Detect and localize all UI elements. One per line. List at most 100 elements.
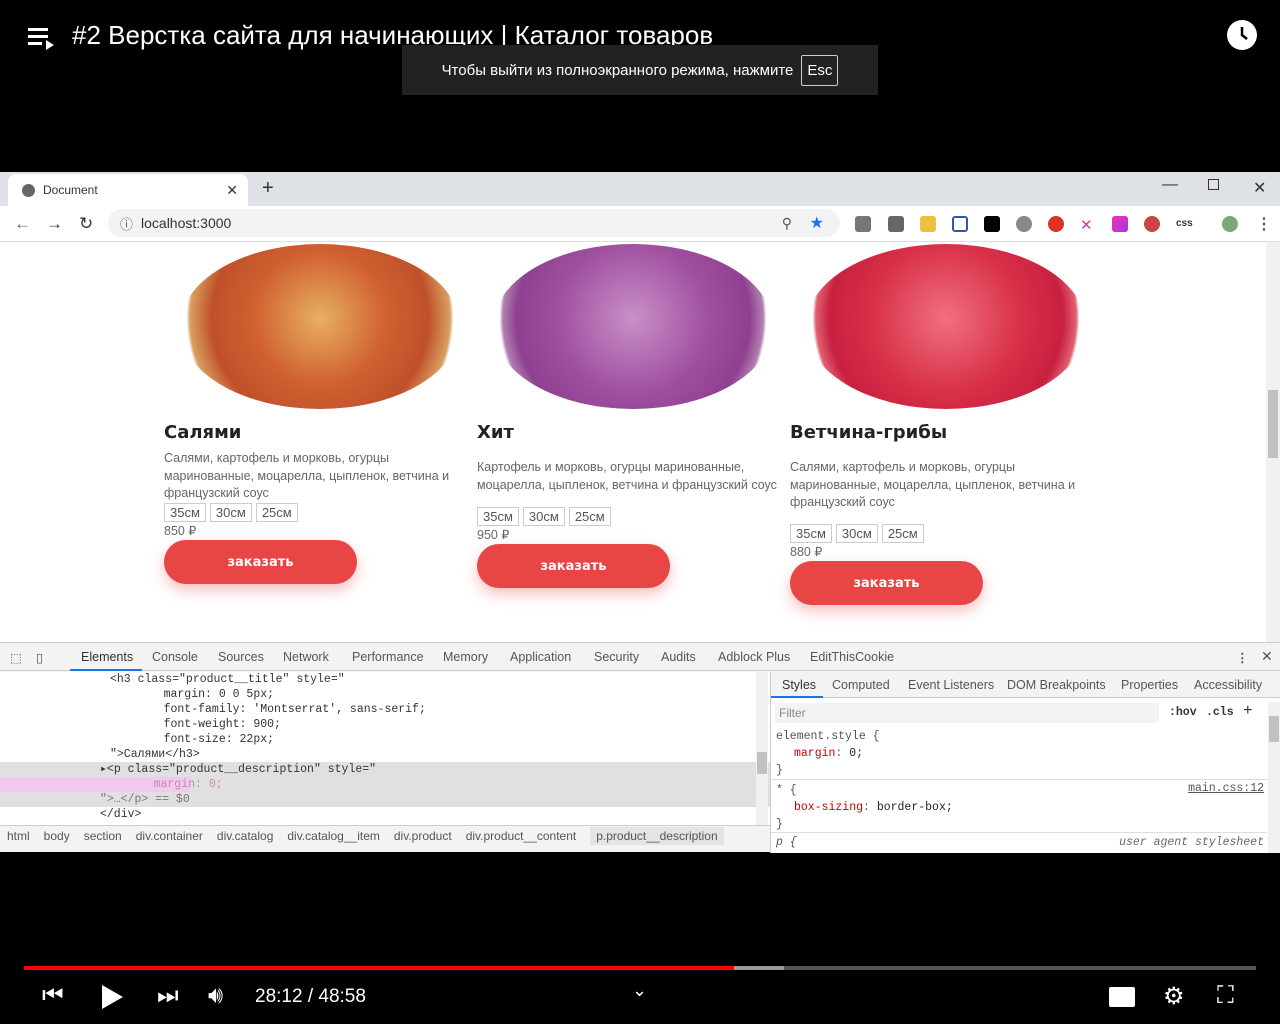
- extension-icon[interactable]: [1016, 216, 1032, 232]
- tab-performance[interactable]: Performance: [352, 650, 424, 664]
- profile-avatar[interactable]: [1222, 216, 1238, 232]
- restore-button[interactable]: [1208, 179, 1219, 190]
- css-property[interactable]: box-sizing: [794, 801, 863, 814]
- size-option[interactable]: 25см: [568, 507, 611, 526]
- bookmark-star-icon[interactable]: ★: [810, 213, 824, 233]
- url-field[interactable]: ⓘ localhost:3000 ⚲ ★: [108, 209, 840, 237]
- breadcrumb-item[interactable]: div.catalog: [217, 829, 273, 843]
- tab-console[interactable]: Console: [152, 650, 198, 664]
- tab-event-listeners[interactable]: Event Listeners: [908, 678, 994, 692]
- editthiscookie-icon[interactable]: [1144, 216, 1160, 232]
- breadcrumb-item[interactable]: html: [7, 829, 30, 843]
- size-option[interactable]: 25см: [881, 524, 924, 543]
- extension-icon[interactable]: [1112, 216, 1128, 232]
- previous-icon[interactable]: ⏮: [42, 982, 64, 1010]
- camera-extension-icon[interactable]: [855, 216, 871, 232]
- volume-icon[interactable]: 🔊︎: [208, 982, 223, 1010]
- zoom-icon[interactable]: ⚲: [782, 215, 792, 232]
- breadcrumb-item[interactable]: div.container: [136, 829, 203, 843]
- tab-audits[interactable]: Audits: [661, 650, 696, 664]
- new-rule-button[interactable]: +: [1243, 702, 1253, 720]
- settings-gear-icon[interactable]: ⚙: [1163, 982, 1185, 1011]
- tab-elements[interactable]: Elements: [81, 650, 133, 664]
- watch-later-clock-icon[interactable]: [1227, 20, 1257, 50]
- reload-icon[interactable]: ↻: [79, 214, 93, 234]
- styles-filter-input[interactable]: Filter: [775, 703, 1159, 723]
- adblock-plus-icon[interactable]: [1048, 216, 1064, 232]
- order-button[interactable]: заказать: [790, 561, 983, 605]
- inspect-element-icon[interactable]: ⬚: [10, 650, 22, 665]
- cls-toggle[interactable]: .cls: [1206, 706, 1234, 719]
- size-option[interactable]: 30см: [835, 524, 878, 543]
- breadcrumb-item[interactable]: div.product__content: [466, 829, 577, 843]
- size-option[interactable]: 35см: [477, 507, 519, 526]
- code-line[interactable]: margin: 0;: [0, 777, 770, 792]
- minimize-button[interactable]: —: [1162, 176, 1178, 194]
- css-extension-icon[interactable]: css: [1176, 218, 1193, 229]
- device-toolbar-icon[interactable]: ▯: [36, 650, 43, 665]
- code-line[interactable]: ">Салями</h3>: [0, 747, 770, 762]
- order-button[interactable]: заказать: [164, 540, 357, 584]
- breadcrumb-item[interactable]: div.product: [394, 829, 452, 843]
- tab-accessibility[interactable]: Accessibility: [1194, 678, 1262, 692]
- source-link[interactable]: main.css:12: [1188, 782, 1264, 795]
- rule-selector[interactable]: * {: [776, 782, 953, 799]
- extension-icon[interactable]: [888, 216, 904, 232]
- order-button[interactable]: заказать: [477, 544, 670, 588]
- css-value[interactable]: border-box;: [877, 801, 953, 814]
- chevron-down-icon[interactable]: ⌄: [632, 980, 647, 1001]
- tab-security[interactable]: Security: [594, 650, 639, 664]
- size-option[interactable]: 30см: [522, 507, 565, 526]
- devtools-menu-icon[interactable]: ⋮: [1236, 650, 1249, 665]
- tab-adblock-plus[interactable]: Adblock Plus: [718, 650, 790, 664]
- elements-scrollbar[interactable]: [756, 672, 768, 825]
- exit-fullscreen-icon[interactable]: ⛶: [1217, 982, 1234, 1010]
- close-window-button[interactable]: ✕: [1253, 178, 1266, 198]
- tab-properties[interactable]: Properties: [1121, 678, 1178, 692]
- size-option[interactable]: 25см: [255, 503, 298, 522]
- progress-bar[interactable]: [24, 966, 1256, 970]
- tab-sources[interactable]: Sources: [218, 650, 264, 664]
- subtitles-icon[interactable]: [1109, 987, 1135, 1007]
- code-line[interactable]: <h3 class="product__title" style=": [0, 672, 770, 687]
- next-icon[interactable]: ⏭: [157, 982, 179, 1010]
- extension-icon[interactable]: ✕: [1080, 216, 1096, 234]
- size-option[interactable]: 35см: [164, 503, 206, 522]
- hov-toggle[interactable]: :hov: [1169, 706, 1197, 719]
- size-option[interactable]: 35см: [790, 524, 832, 543]
- styles-scrollbar[interactable]: [1268, 702, 1280, 853]
- code-line[interactable]: </div>: [0, 807, 770, 822]
- page-scrollbar[interactable]: [1266, 242, 1280, 642]
- extension-icon[interactable]: [920, 216, 936, 232]
- grid-extension-icon[interactable]: [952, 216, 968, 232]
- code-line[interactable]: font-weight: 900;: [0, 717, 770, 732]
- tab-dom-breakpoints[interactable]: DOM Breakpoints: [1007, 678, 1106, 692]
- breadcrumb-item-active[interactable]: p.product__description: [590, 826, 724, 845]
- tab-application[interactable]: Application: [510, 650, 571, 664]
- tab-computed[interactable]: Computed: [832, 678, 890, 692]
- css-property[interactable]: margin: [794, 747, 835, 760]
- tab-editthiscookie[interactable]: EditThisCookie: [810, 650, 894, 664]
- browser-menu-icon[interactable]: ⋮: [1256, 214, 1272, 234]
- play-extension-icon[interactable]: [984, 216, 1000, 232]
- tab-network[interactable]: Network: [283, 650, 329, 664]
- rule-selector[interactable]: element.style {: [776, 728, 880, 745]
- css-value-editing[interactable]: 0;: [849, 747, 863, 760]
- selected-code-line[interactable]: ▸<p class="product__description" style=": [0, 762, 770, 777]
- back-icon[interactable]: ←: [14, 214, 31, 234]
- play-icon[interactable]: [100, 984, 124, 1010]
- breadcrumb-item[interactable]: body: [44, 829, 70, 843]
- code-line[interactable]: font-size: 22px;: [0, 732, 770, 747]
- forward-icon[interactable]: →: [46, 214, 63, 234]
- code-line[interactable]: ">…</p> == $0: [0, 792, 770, 807]
- breadcrumb-item[interactable]: div.catalog__item: [287, 829, 380, 843]
- tab-memory[interactable]: Memory: [443, 650, 488, 664]
- browser-tab[interactable]: Document ✕: [8, 174, 248, 206]
- size-option[interactable]: 30см: [209, 503, 252, 522]
- playlist-menu-icon[interactable]: [28, 26, 54, 50]
- new-tab-button[interactable]: +: [262, 177, 274, 200]
- rule-selector[interactable]: p {: [776, 836, 797, 849]
- code-line[interactable]: font-family: 'Montserrat', sans-serif;: [0, 702, 770, 717]
- close-devtools-icon[interactable]: ✕: [1261, 648, 1273, 665]
- tab-styles[interactable]: Styles: [782, 678, 816, 692]
